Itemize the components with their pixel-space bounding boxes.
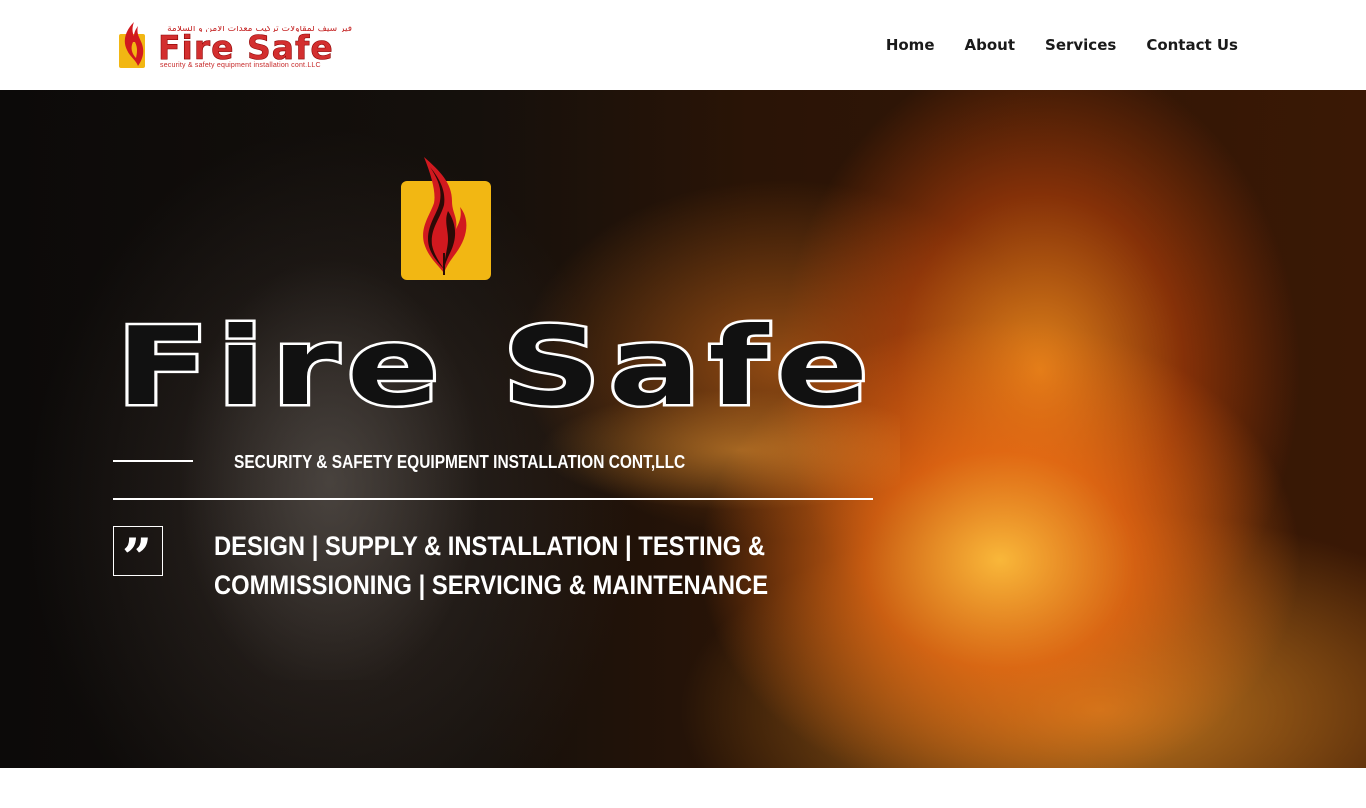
quote-box: ” bbox=[113, 526, 163, 585]
nav-home[interactable]: Home bbox=[886, 35, 935, 55]
site-logo[interactable]: فير سيف لمقاولات تركيب معدات الأمن و الس… bbox=[118, 18, 353, 72]
nav-services[interactable]: Services bbox=[1045, 35, 1116, 55]
main-nav: Home About Services Contact Us bbox=[886, 35, 1238, 55]
svg-text:Fire Safe: Fire Safe bbox=[116, 316, 876, 416]
services-line-1: DESIGN | SUPPLY & INSTALLATION | TESTING… bbox=[214, 531, 766, 561]
nav-contact-us[interactable]: Contact Us bbox=[1146, 35, 1238, 55]
subtitle-divider bbox=[113, 460, 193, 462]
logo-tagline: security & safety equipment installation… bbox=[160, 62, 321, 69]
services-line-2: COMMISSIONING | SERVICING & MAINTENANCE bbox=[214, 570, 769, 600]
hero-divider bbox=[113, 498, 873, 500]
nav-about[interactable]: About bbox=[965, 35, 1016, 55]
hero-title: Fire Safe bbox=[116, 316, 876, 416]
hero-banner: Fire Safe SECURITY & SAFETY EQUIPMENT IN… bbox=[0, 90, 1366, 768]
site-header: فير سيف لمقاولات تركيب معدات الأمن و الس… bbox=[0, 0, 1366, 90]
hero-flame-logo-icon bbox=[401, 157, 491, 280]
quote-icon: ” bbox=[122, 528, 152, 589]
flame-logo-icon bbox=[119, 22, 145, 68]
logo-brand-text: Fire Safe bbox=[158, 28, 334, 67]
hero-subtitle: SECURITY & SAFETY EQUIPMENT INSTALLATION… bbox=[234, 452, 686, 472]
